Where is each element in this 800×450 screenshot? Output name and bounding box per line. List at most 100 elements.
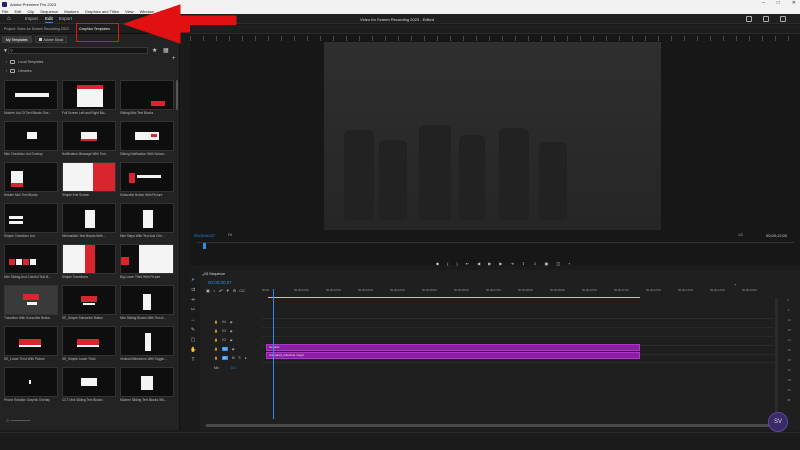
- panel-scrollbar[interactable]: [176, 80, 178, 110]
- clip-graphic[interactable]: Graphic: [266, 344, 640, 351]
- menu-clip[interactable]: Clip: [27, 9, 34, 14]
- menu-graphics[interactable]: Graphics and Titles: [85, 9, 119, 14]
- monitor-timecode[interactable]: 00;00;00;07: [194, 233, 215, 238]
- clip-mogrt[interactable]: Animated_Infocircle.mogrt: [266, 352, 640, 359]
- slip-tool-icon[interactable]: ↔: [190, 317, 196, 323]
- track-header-v3[interactable]: 🔒 V3 ◉: [214, 329, 233, 333]
- maximize-icon[interactable]: □: [777, 0, 780, 6]
- master-value[interactable]: 0.0: [231, 366, 235, 370]
- template-card[interactable]: Big Lower Third With Picture: [120, 244, 174, 284]
- track-header-v1[interactable]: 🔒 V1 ◉: [214, 347, 235, 351]
- workspace-edit[interactable]: Edit: [45, 16, 53, 23]
- tab-sequence[interactable]: V6 Sequence: [204, 272, 225, 276]
- eye-icon[interactable]: ◉: [232, 347, 235, 351]
- solo-icon[interactable]: S: [239, 356, 241, 360]
- timeline-timecode[interactable]: 00;00;00;07: [208, 280, 232, 285]
- template-card[interactable]: SE_Simple Subscribe Button: [62, 285, 116, 325]
- menu-markers[interactable]: Markers: [64, 9, 78, 14]
- template-card[interactable]: Mini Checkbox List Overlay: [4, 121, 58, 161]
- ripple-edit-icon[interactable]: ⇸: [190, 297, 196, 303]
- template-card[interactable]: Subscribe Button With Picture: [120, 162, 174, 202]
- template-card[interactable]: Mini Sliding Blocks With Text A...: [120, 285, 174, 325]
- settings-icon[interactable]: ⚙: [233, 288, 237, 293]
- track-header-v4[interactable]: 🔒 V4 ◉: [214, 320, 233, 324]
- eye-icon[interactable]: ◉: [230, 329, 233, 333]
- linked-selection-icon[interactable]: ☍: [219, 288, 223, 293]
- nest-icon[interactable]: ▣: [206, 288, 210, 293]
- lock-icon[interactable]: 🔒: [214, 356, 218, 360]
- template-card[interactable]: Transition With Subscribe Button: [4, 285, 58, 325]
- lock-icon[interactable]: 🔒: [214, 347, 218, 351]
- template-card[interactable]: Mini Steps With Text And Che...: [120, 203, 174, 243]
- play-icon[interactable]: ▶: [488, 261, 491, 266]
- tree-local-templates[interactable]: › Local Templates: [6, 60, 43, 64]
- export-frame-icon[interactable]: ▣: [544, 261, 548, 266]
- extract-icon[interactable]: ⇩: [533, 261, 536, 266]
- template-card[interactable]: Simple Checkbox List: [4, 203, 58, 243]
- comparison-icon[interactable]: ◫: [556, 261, 560, 266]
- tab-project[interactable]: Project: Video for Screen Recording 2023: [4, 27, 69, 31]
- template-card[interactable]: Notification Message With Text...: [62, 121, 116, 161]
- template-card[interactable]: Sliding Notification With Subscr...: [120, 121, 174, 161]
- lock-icon[interactable]: 🔒: [214, 338, 218, 342]
- template-card[interactable]: CCT Mini Sliding Text Blocks: [62, 367, 116, 407]
- zoom-slider-icon[interactable]: ○ ————: [6, 418, 30, 424]
- out-point-icon[interactable]: }: [456, 261, 457, 266]
- template-card[interactable]: Simple End Screen: [62, 162, 116, 202]
- step-forward-icon[interactable]: ▶: [499, 261, 502, 266]
- razor-tool-icon[interactable]: ✂: [190, 307, 196, 313]
- track-header-v2[interactable]: 🔒 V2 ◉: [214, 338, 233, 342]
- timeline-ruler[interactable]: 00;00 00;00;01;00 00;00;02;00 00;00;03;00 00…: [262, 288, 774, 296]
- close-icon[interactable]: ✕: [792, 0, 796, 6]
- lock-icon[interactable]: 🔒: [214, 329, 218, 333]
- home-icon[interactable]: ⌂: [7, 16, 13, 22]
- work-area-bar[interactable]: [268, 297, 640, 298]
- monitor-playhead[interactable]: [203, 243, 206, 249]
- add-marker-icon[interactable]: ▼: [226, 288, 230, 293]
- workspaces-icon[interactable]: [746, 16, 752, 22]
- template-card[interactable]: Vertical Milestones With Toggle...: [120, 326, 174, 366]
- grid-view-icon[interactable]: ▦: [163, 47, 169, 54]
- marker-icon[interactable]: ◆: [436, 261, 439, 266]
- captions-icon[interactable]: CC: [239, 288, 245, 293]
- menu-sequence[interactable]: Sequence: [40, 9, 58, 14]
- add-icon[interactable]: +: [172, 56, 176, 62]
- go-to-in-icon[interactable]: ⇤: [466, 261, 469, 266]
- track-select-icon[interactable]: ⇉: [190, 287, 196, 293]
- eye-icon[interactable]: ◉: [230, 320, 233, 324]
- minimize-icon[interactable]: –: [762, 0, 765, 6]
- template-card[interactable]: Simple Transitions: [62, 244, 116, 284]
- timeline-playhead[interactable]: [273, 289, 274, 419]
- template-card[interactable]: Modern List Of Text Blocks Ove...: [4, 80, 58, 120]
- eye-icon[interactable]: ◉: [230, 338, 233, 342]
- lock-icon[interactable]: 🔒: [214, 320, 218, 324]
- template-card[interactable]: SE_Lower Third With Picture: [4, 326, 58, 366]
- search-input[interactable]: ⚲: [8, 47, 148, 54]
- template-card[interactable]: SE_Simple Lower Third: [62, 326, 116, 366]
- add-button-icon[interactable]: +: [568, 261, 570, 266]
- hand-tool-icon[interactable]: ✋: [190, 347, 196, 353]
- template-card[interactable]: Modern Sliding Text Blocks Wit...: [120, 367, 174, 407]
- template-card[interactable]: Phone Rotation Graphic Overlay: [4, 367, 58, 407]
- zoom-select[interactable]: Fit: [228, 233, 232, 237]
- quick-export-icon[interactable]: [763, 16, 769, 22]
- selection-tool-icon[interactable]: ➤: [190, 277, 196, 283]
- timeline-horizontal-scrollbar[interactable]: [206, 424, 772, 427]
- rectangle-tool-icon[interactable]: ▢: [190, 337, 196, 343]
- workspace-import[interactable]: Import: [25, 16, 38, 21]
- timeline-vertical-scrollbar[interactable]: [775, 298, 778, 418]
- tab-my-templates[interactable]: My Templates: [2, 36, 32, 43]
- mic-icon[interactable]: ●: [245, 356, 247, 360]
- tree-libraries[interactable]: › Libraries: [6, 69, 32, 73]
- workspace-export[interactable]: Export: [59, 16, 72, 21]
- in-point-icon[interactable]: {: [447, 261, 448, 266]
- template-card[interactable]: Sliding Mini Text Blocks: [120, 80, 174, 120]
- menu-file[interactable]: File: [2, 9, 8, 14]
- fullscreen-icon[interactable]: [780, 16, 786, 22]
- resolution-select[interactable]: 1/2: [738, 233, 743, 237]
- step-back-icon[interactable]: ◀: [477, 261, 480, 266]
- lift-icon[interactable]: ⇧: [522, 261, 525, 266]
- pen-tool-icon[interactable]: ✎: [190, 327, 196, 333]
- template-card[interactable]: Full Screen Left and Right Blo...: [62, 80, 116, 120]
- snap-icon[interactable]: ∩: [213, 288, 216, 293]
